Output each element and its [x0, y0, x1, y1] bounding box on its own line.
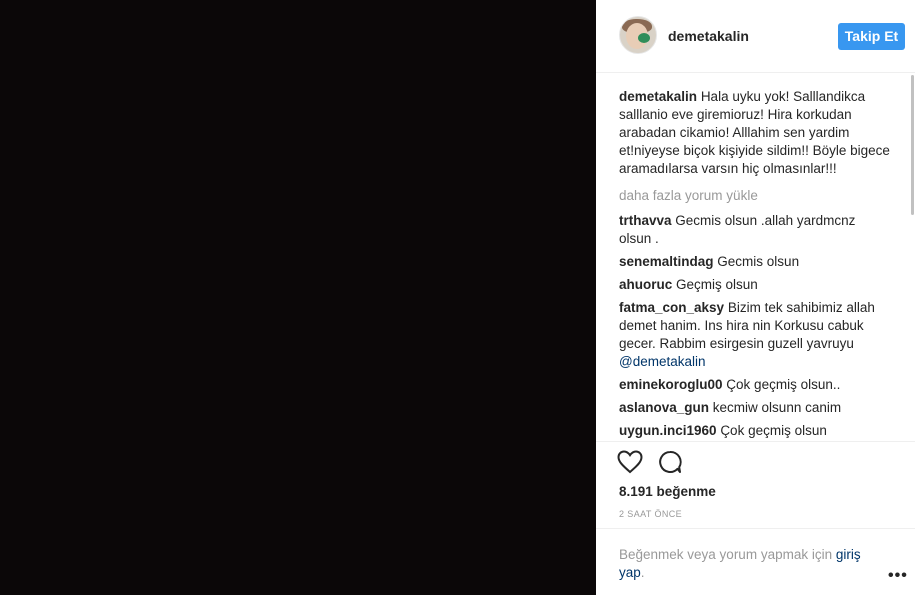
caption: demetakalin Hala uyku yok! Salllandikca …: [619, 88, 891, 178]
list-item: aslanova_gun kecmiw olsunn canim: [619, 399, 891, 417]
post-actions: [596, 441, 915, 481]
list-item: ahuoruc Geçmiş olsun: [619, 276, 891, 294]
follow-button[interactable]: Takip Et: [838, 23, 905, 50]
comment-username[interactable]: eminekoroglu00: [619, 377, 723, 392]
list-item: trthavva Gecmis olsun .allah yardmcnz ol…: [619, 212, 891, 248]
list-item: fatma_con_aksy Bizim tek sahibimiz allah…: [619, 299, 891, 371]
post-timestamp[interactable]: 2 SAAT ÖNCE: [619, 509, 682, 519]
avatar[interactable]: [619, 16, 657, 54]
likes-count[interactable]: 8.191 beğenme: [619, 484, 716, 499]
list-item: senemaltindag Gecmis olsun: [619, 253, 891, 271]
comment-text: Gecmis olsun: [717, 254, 800, 269]
heart-icon[interactable]: [617, 450, 643, 479]
comment-mention-link[interactable]: @demetakalin: [619, 354, 706, 369]
comment-text: Çok geçmiş olsun: [720, 423, 827, 438]
login-prompt-prefix: Beğenmek veya yorum yapmak için: [619, 547, 833, 562]
more-options-icon[interactable]: •••: [888, 567, 908, 585]
comment-username[interactable]: trthavva: [619, 213, 672, 228]
login-prompt-text: Beğenmek veya yorum yapmak için giriş ya…: [619, 546, 869, 582]
list-item: uygun.inci1960 Çok geçmiş olsun: [619, 422, 891, 440]
login-prompt-suffix: .: [640, 565, 645, 580]
comment-username[interactable]: ahuoruc: [619, 277, 672, 292]
comment-username[interactable]: senemaltindag: [619, 254, 714, 269]
comment-text: kecmiw olsunn canim: [712, 400, 842, 415]
post-side-panel: demetakalin Takip Et demetakalin Hala uy…: [596, 0, 915, 595]
comments-scrollbar[interactable]: [911, 75, 914, 215]
comment-text: Geçmiş olsun: [676, 277, 758, 292]
comments-list[interactable]: demetakalin Hala uyku yok! Salllandikca …: [619, 88, 891, 440]
comment-username[interactable]: fatma_con_aksy: [619, 300, 724, 315]
caption-username[interactable]: demetakalin: [619, 89, 697, 104]
post-author-username[interactable]: demetakalin: [668, 28, 749, 44]
comment-text: Çok geçmiş olsun..: [726, 377, 841, 392]
login-prompt: Beğenmek veya yorum yapmak için giriş ya…: [596, 528, 915, 595]
list-item: eminekoroglu00 Çok geçmiş olsun..: [619, 376, 891, 394]
comment-username[interactable]: uygun.inci1960: [619, 423, 717, 438]
comment-icon[interactable]: [658, 450, 682, 479]
post-media[interactable]: [0, 0, 596, 595]
post-header: demetakalin Takip Et: [596, 0, 915, 73]
comment-username[interactable]: aslanova_gun: [619, 400, 709, 415]
load-more-comments-link[interactable]: daha fazla yorum yükle: [619, 187, 891, 205]
